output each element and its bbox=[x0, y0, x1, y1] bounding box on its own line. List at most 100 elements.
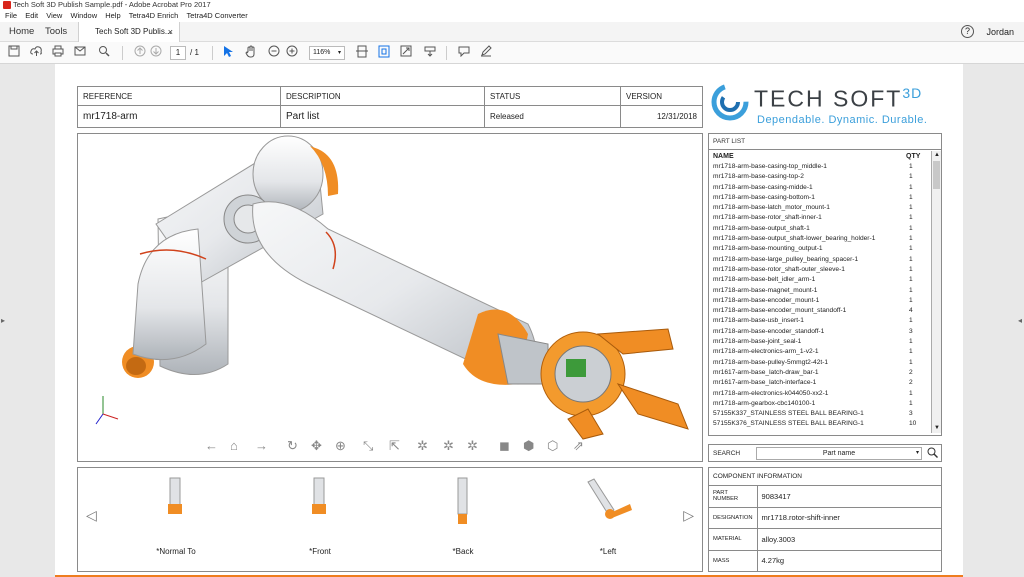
page-number-input[interactable]: 1 bbox=[170, 46, 186, 60]
part-list-row[interactable]: mr1718-arm-base-output_shaft-lower_beari… bbox=[713, 234, 933, 244]
view-label-normal[interactable]: *Normal To bbox=[136, 547, 216, 556]
part-list-row[interactable]: mr1718-arm-base-mounting_output-1 1 bbox=[713, 244, 933, 254]
part-list-scrollbar[interactable]: ▲ ▼ bbox=[931, 151, 941, 433]
3d-model-viewport[interactable] bbox=[77, 133, 703, 462]
right-panel-toggle-icon[interactable]: ◂ bbox=[1018, 316, 1022, 325]
part-qty: 1 bbox=[909, 235, 913, 243]
explode-icon[interactable]: ⇱ bbox=[389, 438, 400, 454]
part-list-row[interactable]: mr1718-arm-base-encoder_standoff-1 3 bbox=[713, 327, 933, 337]
scroll-thumb[interactable] bbox=[933, 161, 940, 189]
part-list-row[interactable]: 57155K337_STAINLESS STEEL BALL BEARING-1… bbox=[713, 409, 933, 419]
user-name[interactable]: Jordan bbox=[986, 22, 1014, 42]
scroll-down-icon[interactable]: ▼ bbox=[933, 424, 941, 433]
previous-view-icon[interactable]: ← bbox=[205, 438, 218, 454]
fit-all-icon[interactable]: ⤡ bbox=[363, 438, 373, 454]
menu-window[interactable]: Window bbox=[70, 11, 97, 20]
fit-page-icon[interactable] bbox=[376, 45, 392, 61]
render-mode-3-icon[interactable]: ✲ bbox=[467, 438, 478, 454]
next-view-icon[interactable]: → bbox=[255, 438, 268, 454]
thumbs-next-icon[interactable]: ▷ bbox=[683, 507, 694, 524]
zoom-select[interactable]: 116% ▾ bbox=[309, 46, 345, 60]
part-list-row[interactable]: mr1718-arm-base-rotor_shaft-inner-1 1 bbox=[713, 213, 933, 223]
part-list-row[interactable]: mr1718-arm-electronics-arm_1-v2-1 1 bbox=[713, 347, 933, 357]
view-thumb-normal[interactable] bbox=[136, 474, 216, 544]
read-mode-icon[interactable] bbox=[422, 45, 438, 61]
part-list-row[interactable]: mr1718-arm-base-joint_seal-1 1 bbox=[713, 337, 933, 347]
page-up-icon[interactable] bbox=[132, 45, 148, 61]
render-mode-1-icon[interactable]: ✲ bbox=[417, 438, 428, 454]
part-list-row[interactable]: mr1718-arm-base-casing-midde-1 1 bbox=[713, 183, 933, 193]
pen-icon[interactable] bbox=[478, 45, 494, 61]
part-list-row[interactable]: mr1718-arm-base-casing-top-2 1 bbox=[713, 172, 933, 182]
menu-tetra4d-enrich[interactable]: Tetra4D Enrich bbox=[129, 11, 179, 20]
render-mode-2-icon[interactable]: ✲ bbox=[443, 438, 454, 454]
logo-tagline: Dependable. Dynamic. Durable. bbox=[757, 114, 928, 126]
logo-superscript: 3D bbox=[902, 85, 923, 101]
part-list-row[interactable]: mr1718-arm-electronics-k044050-xx2-1 1 bbox=[713, 389, 933, 399]
part-list-row[interactable]: mr1617-arm-base_latch-draw_bar-1 2 bbox=[713, 368, 933, 378]
close-tab-icon[interactable]: × bbox=[168, 22, 173, 42]
part-list-row[interactable]: mr1617-arm-base_latch-interface-1 2 bbox=[713, 378, 933, 388]
part-list-row[interactable]: mr1718-arm-base-rotor_shaft-outer_sleeve… bbox=[713, 265, 933, 275]
document-viewer[interactable]: ▸ ◂ REFERENCE DESCRIPTION STATUS VERSION… bbox=[0, 64, 1024, 577]
view-label-front[interactable]: *Front bbox=[280, 547, 360, 556]
transparent-cube-icon[interactable]: ⬡ bbox=[547, 438, 558, 454]
select-cursor-icon[interactable] bbox=[220, 45, 236, 61]
left-panel-toggle-icon[interactable]: ▸ bbox=[1, 316, 5, 325]
fullscreen-icon[interactable] bbox=[398, 45, 414, 61]
robot-arm-model[interactable] bbox=[78, 134, 703, 462]
search-icon[interactable] bbox=[96, 45, 112, 61]
view-thumb-back[interactable] bbox=[423, 474, 503, 544]
tab-document[interactable]: Tech Soft 3D Publis... × bbox=[78, 22, 180, 42]
zoom-out-icon[interactable] bbox=[266, 45, 282, 61]
tab-home[interactable]: Home bbox=[9, 22, 34, 42]
rotate-icon[interactable]: ↻ bbox=[287, 438, 298, 454]
menu-tetra4d-converter[interactable]: Tetra4D Converter bbox=[186, 11, 247, 20]
view-thumb-left[interactable] bbox=[568, 474, 648, 544]
part-list-row[interactable]: 57155K376_STAINLESS STEEL BALL BEARING-1… bbox=[713, 419, 933, 429]
print-icon[interactable] bbox=[50, 45, 66, 61]
part-list-row[interactable]: mr1718-arm-base-pulley-5mmgt2-42t-1 1 bbox=[713, 358, 933, 368]
part-list-row[interactable]: mr1718-arm-base-large_pulley_bearing_spa… bbox=[713, 255, 933, 265]
part-list-row[interactable]: mr1718-arm-gearbox-cbc140100-1 1 bbox=[713, 399, 933, 409]
scroll-up-icon[interactable]: ▲ bbox=[933, 151, 941, 160]
upload-icon[interactable] bbox=[28, 45, 44, 61]
pan-icon[interactable]: ✥ bbox=[311, 438, 322, 454]
part-list[interactable]: NAME QTY mr1718-arm-base-casing-top_midd… bbox=[713, 153, 933, 430]
part-list-row[interactable]: mr1718-arm-base-belt_idler_arm-1 1 bbox=[713, 275, 933, 285]
part-list-row[interactable]: mr1718-arm-base-magnet_mount-1 1 bbox=[713, 286, 933, 296]
export-icon[interactable]: ⇗ bbox=[573, 438, 584, 454]
save-icon[interactable] bbox=[6, 45, 22, 61]
thumbs-prev-icon[interactable]: ◁ bbox=[86, 507, 97, 524]
menu-file[interactable]: File bbox=[5, 11, 17, 20]
part-list-row[interactable]: mr1718-arm-base-casing-bottom-1 1 bbox=[713, 193, 933, 203]
part-list-row[interactable]: mr1718-arm-base-encoder_mount_standoff-1… bbox=[713, 306, 933, 316]
zoom-icon[interactable]: ⊕ bbox=[335, 438, 346, 454]
search-icon[interactable] bbox=[927, 447, 938, 462]
shaded-cube-icon[interactable]: ◼ bbox=[499, 438, 510, 454]
part-list-row[interactable]: mr1718-arm-base-latch_motor_mount-1 1 bbox=[713, 203, 933, 213]
comment-icon[interactable] bbox=[456, 45, 472, 61]
view-label-left[interactable]: *Left bbox=[568, 547, 648, 556]
page-down-icon[interactable] bbox=[148, 45, 164, 61]
tab-tools[interactable]: Tools bbox=[45, 22, 67, 42]
view-label-back[interactable]: *Back bbox=[423, 547, 503, 556]
part-list-row[interactable]: mr1718-arm-base-encoder_mount-1 1 bbox=[713, 296, 933, 306]
part-name: mr1718-arm-base-latch_motor_mount-1 bbox=[713, 204, 830, 212]
fit-width-icon[interactable] bbox=[354, 45, 370, 61]
mail-icon[interactable] bbox=[72, 45, 88, 61]
menu-edit[interactable]: Edit bbox=[25, 11, 38, 20]
wire-cube-icon[interactable]: ⬢ bbox=[523, 438, 534, 454]
menu-view[interactable]: View bbox=[46, 11, 62, 20]
hand-icon[interactable] bbox=[243, 45, 259, 61]
part-qty: 1 bbox=[909, 317, 913, 325]
menu-help[interactable]: Help bbox=[105, 11, 120, 20]
part-list-row[interactable]: mr1718-arm-base-casing-top_middle-1 1 bbox=[713, 162, 933, 172]
part-list-row[interactable]: mr1718-arm-base-usb_insert-1 1 bbox=[713, 316, 933, 326]
home-view-icon[interactable]: ⌂ bbox=[230, 438, 238, 454]
help-icon[interactable]: ? bbox=[961, 25, 974, 38]
part-list-row[interactable]: mr1718-arm-base-output_shaft-1 1 bbox=[713, 224, 933, 234]
search-input[interactable]: Part name ▾ bbox=[756, 447, 922, 460]
zoom-in-icon[interactable] bbox=[284, 45, 300, 61]
view-thumb-front[interactable] bbox=[280, 474, 360, 544]
